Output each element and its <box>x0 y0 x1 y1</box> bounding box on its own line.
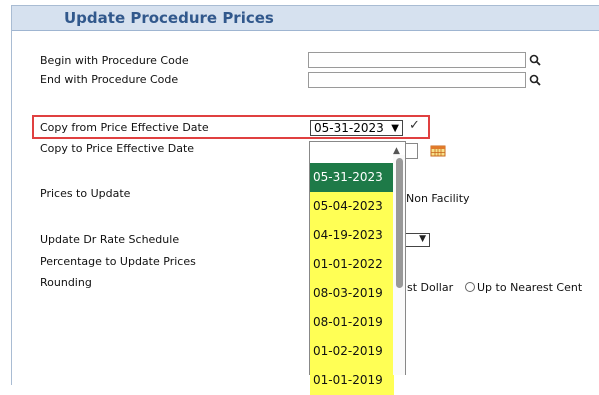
dr-rate-select[interactable]: ▼ <box>406 233 430 247</box>
dropdown-option[interactable]: 08-01-2019 <box>310 308 394 337</box>
search-icon[interactable] <box>529 74 541 86</box>
copy-from-value: 05-31-2023 <box>314 121 384 135</box>
end-code-label: End with Procedure Code <box>40 73 179 86</box>
dropdown-option[interactable]: 04-19-2023 <box>310 221 394 250</box>
begin-code-label: Begin with Procedure Code <box>40 54 189 67</box>
dropdown-option[interactable]: 01-01-2019 <box>310 366 394 395</box>
dropdown-options: 05-31-2023 05-04-2023 04-19-2023 01-01-2022… <box>310 163 394 395</box>
copy-from-select[interactable]: 05-31-2023 ▼ <box>310 120 403 136</box>
percentage-label: Percentage to Update Prices <box>40 255 196 268</box>
dropdown-option[interactable]: 05-04-2023 <box>310 192 394 221</box>
copy-to-input-edge <box>406 143 418 159</box>
chevron-down-icon: ▼ <box>391 123 399 134</box>
check-icon[interactable]: ✓ <box>409 118 420 133</box>
prices-label: Prices to Update <box>40 187 131 200</box>
dropdown-option[interactable]: 05-31-2023 <box>310 163 394 192</box>
copy-from-label: Copy from Price Effective Date <box>40 121 209 134</box>
copy-to-label: Copy to Price Effective Date <box>40 142 195 155</box>
scrollbar-thumb[interactable] <box>396 158 403 288</box>
rounding-radio-cent[interactable] <box>465 282 475 292</box>
rounding-label: Rounding <box>40 276 92 289</box>
non-facility-label: Non Facility <box>406 192 470 205</box>
end-code-input[interactable] <box>308 72 526 88</box>
dr-rate-label: Update Dr Rate Schedule <box>40 233 180 246</box>
rounding-option-cent[interactable]: Up to Nearest Cent <box>477 281 582 294</box>
date-dropdown-list[interactable]: 05-31-2023 05-04-2023 04-19-2023 01-01-2022… <box>309 155 406 395</box>
begin-code-input[interactable] <box>308 52 526 68</box>
search-icon[interactable] <box>529 54 541 66</box>
dropdown-option[interactable]: 01-02-2019 <box>310 337 394 366</box>
dropdown-option[interactable]: 01-01-2022 <box>310 250 394 279</box>
dropdown-scrollbar[interactable] <box>393 155 405 375</box>
page-title: Update Procedure Prices <box>64 9 274 27</box>
scroll-up-icon[interactable]: ▲ <box>393 146 400 156</box>
dropdown-option[interactable]: 08-03-2019 <box>310 279 394 308</box>
calendar-icon[interactable] <box>430 145 446 157</box>
chevron-down-icon: ▼ <box>419 234 426 244</box>
form-header: Update Procedure Prices <box>12 6 599 31</box>
rounding-option-dollar[interactable]: st Dollar <box>407 281 453 294</box>
